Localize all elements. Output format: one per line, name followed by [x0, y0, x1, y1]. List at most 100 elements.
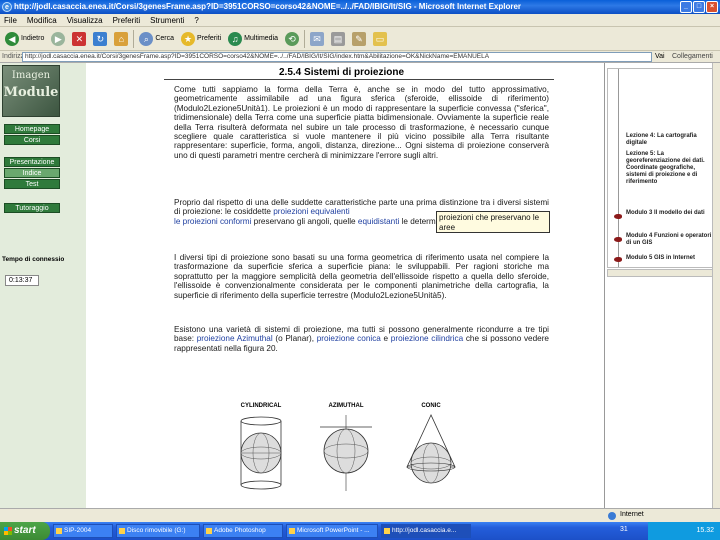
home-icon: ⌂ [114, 31, 129, 46]
index-horizontal-scrollbar[interactable] [607, 269, 715, 277]
browser-window: e http://jodl.casaccia.enea.it/Corsi/3ge… [0, 0, 720, 540]
index-item-modulo-5[interactable]: Modulo 5 GIS in Internet [626, 255, 714, 262]
folder-button[interactable]: ▭ [371, 29, 389, 49]
link-proiezioni-conformi[interactable]: le proiezioni conformi [174, 217, 251, 226]
task-sip-2004[interactable]: SIP-2004 [53, 524, 113, 538]
task-disco-rimovibile[interactable]: Disco rimovibile (G:) [116, 524, 200, 538]
home-button[interactable]: ⌂ [112, 29, 130, 49]
nav-tutoraggio-button[interactable]: Tutoraggio [4, 203, 60, 213]
mail-icon: ✉ [310, 31, 325, 46]
back-arrow-icon: ◀ [5, 31, 19, 46]
edit-icon: ✎ [352, 31, 367, 46]
content-frame: 2.5.4 Sistemi di proiezione Come tutti s… [64, 63, 604, 508]
minimize-button[interactable]: _ [680, 1, 692, 13]
ie-icon: e [2, 2, 12, 12]
globe-icon [608, 512, 616, 520]
module-bullet-icon [614, 214, 622, 219]
close-button[interactable]: × [706, 1, 718, 13]
figure-cylindrical: CYLINDRICAL [226, 403, 296, 495]
media-button[interactable]: ♫ Multimedia [226, 29, 280, 49]
figure-conic: CONIC [396, 403, 466, 495]
link-proiezione-conica[interactable]: proiezione conica [317, 334, 381, 343]
module-bullet-icon [614, 257, 622, 262]
azimuthal-projection-diagram [320, 415, 372, 491]
task-photoshop[interactable]: Adobe Photoshop [203, 524, 283, 538]
figure-azimuthal: AZIMUTHAL [311, 403, 381, 495]
menu-visualizza[interactable]: Visualizza [67, 14, 103, 26]
system-tray: 15.32 [648, 522, 720, 540]
link-proiezione-cilindrica[interactable]: proiezione cilindrica [391, 334, 463, 343]
index-item-modulo-4[interactable]: Modulo 4 Funzioni e operatori di un GIS [626, 233, 714, 247]
menu-help[interactable]: ? [194, 14, 198, 26]
toolbar-separator [133, 29, 135, 48]
course-index-tree: Lezione 4: La cartografia digitale Lezio… [607, 68, 715, 268]
edit-button[interactable]: ✎ [350, 29, 368, 49]
toolbar-separator [304, 29, 306, 48]
folder-icon: ▭ [373, 31, 388, 46]
menu-file[interactable]: File [4, 14, 17, 26]
paragraph-intro: Come tutti sappiamo la forma della Terra… [174, 85, 549, 160]
maximize-button[interactable]: □ [693, 1, 705, 13]
paragraph-three-types: Esistono una varietà di sistemi di proie… [174, 325, 549, 353]
toolbar: ◀ Indietro ▶ ✕ ↻ ⌂ ⌕ Cerca ★ Preferiti ♫… [0, 27, 720, 51]
menu-bar: File Modifica Visualizza Preferiti Strum… [0, 14, 720, 27]
back-button[interactable]: ◀ Indietro [3, 29, 46, 49]
forward-arrow-icon: ▶ [51, 31, 66, 46]
history-button[interactable]: ⟲ [283, 29, 301, 49]
print-icon: ▤ [331, 31, 346, 46]
stop-icon: ✕ [72, 31, 87, 46]
search-button[interactable]: ⌕ Cerca [137, 29, 176, 49]
forward-button[interactable]: ▶ [49, 29, 67, 49]
conic-projection-diagram [406, 414, 456, 484]
title-divider [164, 79, 554, 80]
cylindrical-projection-diagram [240, 416, 282, 490]
address-bar: Indirizzo http://jodl.casaccia.enea.it/C… [0, 51, 720, 63]
nav-corsi-button[interactable]: Corsi [4, 135, 60, 145]
paragraph-projection-types: I diversi tipi di proiezione sono basati… [174, 253, 549, 300]
main-vertical-scrollbar[interactable] [712, 63, 720, 508]
history-icon: ⟲ [285, 31, 300, 46]
connection-timer: 0:13:37 [5, 275, 39, 286]
slide-page-number: 31 [620, 526, 628, 533]
title-bar: e http://jodl.casaccia.enea.it/Corsi/3ge… [0, 0, 720, 14]
module-logo: Imagen Module [2, 65, 60, 117]
stop-button[interactable]: ✕ [70, 29, 88, 49]
go-button[interactable]: Vai [655, 51, 665, 63]
start-button[interactable]: start [0, 522, 50, 540]
refresh-button[interactable]: ↻ [91, 29, 109, 49]
links-button[interactable]: Collegamenti [672, 51, 713, 63]
menu-modifica[interactable]: Modifica [27, 14, 57, 26]
window-controls: _ □ × [680, 1, 718, 13]
clock: 15.32 [696, 527, 714, 534]
task-internet-explorer[interactable]: http://jodl.casaccia.e... [381, 524, 471, 538]
search-icon: ⌕ [139, 31, 154, 46]
left-navigation-frame: Imagen Module Homepage Corsi Presentazio… [0, 63, 74, 508]
link-proiezione-azimuthal[interactable]: proiezione Azimuthal [197, 334, 273, 343]
nav-test-button[interactable]: Test [4, 179, 60, 189]
page-title: 2.5.4 Sistemi di proiezione [279, 67, 405, 78]
index-item-modulo-3[interactable]: Modulo 3 Il modello dei dati [626, 210, 714, 217]
star-icon: ★ [181, 31, 196, 46]
link-equidistanti[interactable]: equidistanti [358, 217, 399, 226]
favorites-button[interactable]: ★ Preferiti [179, 29, 223, 49]
refresh-icon: ↻ [93, 31, 108, 46]
taskbar: start SIP-2004 Disco rimovibile (G:) Ado… [0, 522, 720, 540]
menu-preferiti[interactable]: Preferiti [113, 14, 141, 26]
content-left-strip [64, 63, 86, 508]
nav-homepage-button[interactable]: Homepage [4, 124, 60, 134]
print-button[interactable]: ▤ [329, 29, 347, 49]
nav-presentazione-button[interactable]: Presentazione [4, 157, 60, 167]
module-bullet-icon [614, 237, 622, 242]
window-title: http://jodl.casaccia.enea.it/Corsi/3gene… [14, 2, 522, 11]
status-bar: Internet [0, 508, 720, 522]
zone-label: Internet [620, 511, 644, 518]
nav-indice-button[interactable]: Indice [4, 168, 60, 178]
menu-strumenti[interactable]: Strumenti [150, 14, 184, 26]
link-proiezioni-equivalenti[interactable]: proiezioni equivalenti [273, 207, 349, 216]
index-item-lezione-4[interactable]: Lezione 4: La cartografia digitale [626, 133, 714, 147]
mail-button[interactable]: ✉ [308, 29, 326, 49]
address-input[interactable]: http://jodl.casaccia.enea.it/Corsi/3gene… [22, 52, 652, 62]
index-item-lezione-5[interactable]: Lezione 5: La georeferenziazione dei dat… [626, 151, 714, 186]
task-powerpoint[interactable]: Microsoft PowerPoint - ... [286, 524, 378, 538]
tooltip-popup: proiezioni che preservano le aree [436, 211, 550, 233]
